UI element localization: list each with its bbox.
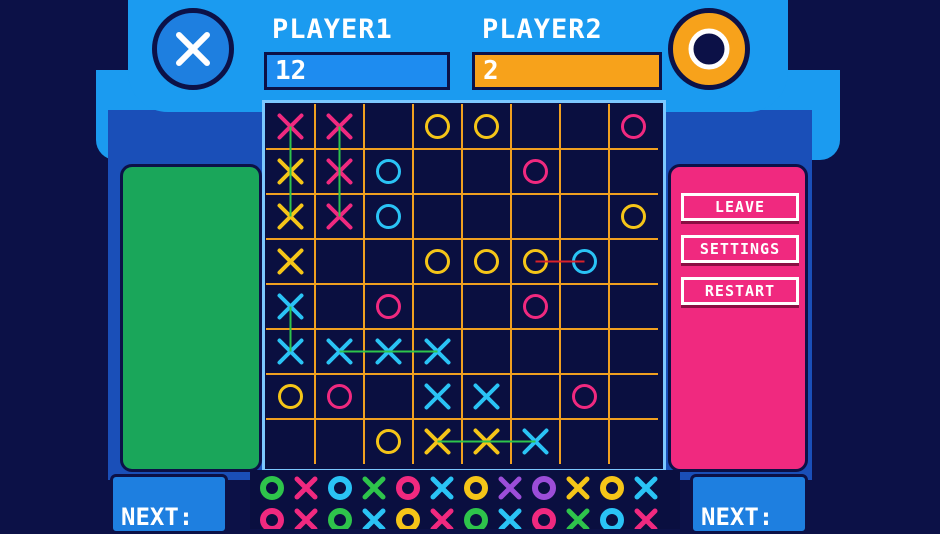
player1-name: PLAYER1 bbox=[272, 14, 393, 45]
player2-name: PLAYER2 bbox=[482, 14, 603, 45]
queue-x-icon bbox=[362, 476, 386, 500]
queue-x-icon bbox=[294, 476, 318, 500]
queue-x-icon bbox=[566, 476, 590, 500]
queue-x-icon bbox=[634, 508, 658, 529]
o-mark-icon bbox=[523, 159, 548, 184]
x-mark-icon bbox=[277, 248, 304, 275]
queue-o-icon bbox=[396, 476, 420, 500]
queue-o-icon bbox=[464, 508, 488, 529]
queue-o-icon bbox=[532, 476, 556, 500]
queue-x-icon bbox=[294, 508, 318, 529]
o-mark-icon bbox=[376, 204, 401, 229]
o-mark-icon bbox=[523, 294, 548, 319]
x-mark-icon bbox=[473, 383, 500, 410]
player1-score: 12 bbox=[264, 52, 450, 90]
o-emblem-icon bbox=[668, 8, 750, 90]
o-mark-icon bbox=[425, 249, 450, 274]
o-mark-icon bbox=[376, 429, 401, 454]
restart-button[interactable]: RESTART bbox=[681, 277, 799, 305]
piece-queue bbox=[250, 470, 680, 529]
board-grid[interactable] bbox=[266, 104, 658, 464]
queue-o-icon bbox=[260, 508, 284, 529]
queue-o-icon bbox=[328, 508, 352, 529]
queue-x-icon bbox=[430, 476, 454, 500]
o-mark-icon bbox=[474, 114, 499, 139]
next-piece-left: NEXT: bbox=[110, 474, 228, 534]
queue-x-icon bbox=[498, 508, 522, 529]
queue-x-icon bbox=[634, 476, 658, 500]
queue-o-icon bbox=[260, 476, 284, 500]
queue-o-icon bbox=[464, 476, 488, 500]
o-mark-icon bbox=[327, 384, 352, 409]
x-mark-icon bbox=[424, 383, 451, 410]
o-mark-icon bbox=[376, 159, 401, 184]
queue-x-icon bbox=[362, 508, 386, 529]
next-piece-right: NEXT: bbox=[690, 474, 808, 534]
o-mark-icon bbox=[572, 384, 597, 409]
queue-x-icon bbox=[498, 476, 522, 500]
queue-o-icon bbox=[396, 508, 420, 529]
o-mark-icon bbox=[278, 384, 303, 409]
player2-score: 2 bbox=[472, 52, 662, 90]
left-side-panel bbox=[120, 164, 262, 472]
queue-o-icon bbox=[600, 476, 624, 500]
queue-o-icon bbox=[328, 476, 352, 500]
queue-x-icon bbox=[430, 508, 454, 529]
settings-button[interactable]: SETTINGS bbox=[681, 235, 799, 263]
queue-o-icon bbox=[600, 508, 624, 529]
o-mark-icon bbox=[376, 294, 401, 319]
o-mark-icon bbox=[474, 249, 499, 274]
o-mark-icon bbox=[425, 114, 450, 139]
o-mark-icon bbox=[621, 114, 646, 139]
queue-o-icon bbox=[532, 508, 556, 529]
o-mark-icon bbox=[621, 204, 646, 229]
queue-x-icon bbox=[566, 508, 590, 529]
x-emblem-icon bbox=[152, 8, 234, 90]
leave-button[interactable]: LEAVE bbox=[681, 193, 799, 221]
menu-panel: LEAVE SETTINGS RESTART bbox=[668, 164, 808, 472]
